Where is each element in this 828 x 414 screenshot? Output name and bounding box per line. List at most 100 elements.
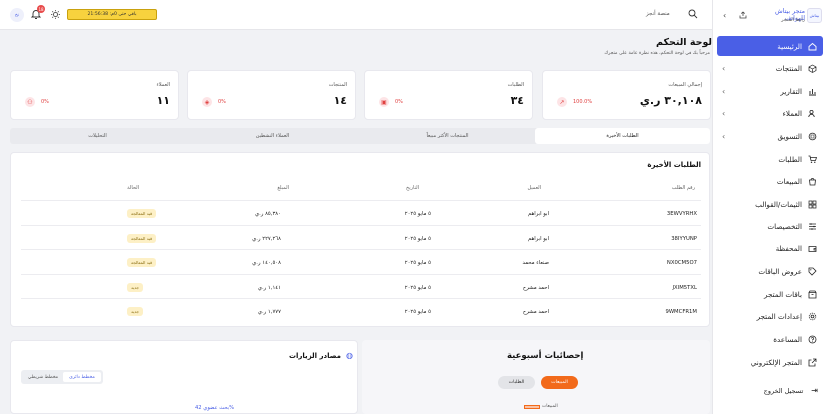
stat-card-label: إجمالي المبيعات <box>668 82 702 88</box>
megaphone-icon <box>808 132 817 141</box>
sidebar-item-4[interactable]: التسويق ‹ <box>717 126 823 146</box>
sidebar-item-14[interactable]: المتجر الإلكتروني <box>717 352 823 372</box>
logout-label: تسجيل الخروج <box>763 386 804 395</box>
sidebar-item-label: إعدادات المتجر <box>756 311 802 321</box>
order-customer: صنعاء محمد <box>522 260 549 266</box>
trend-icon: ↗ <box>557 97 567 107</box>
col-date: التاريخ <box>406 185 419 191</box>
status-badge: قيد المعالجة <box>127 209 157 218</box>
donut-chart-button[interactable]: مخطط دائري <box>63 372 101 382</box>
notification-count-badge: 18 <box>37 5 45 13</box>
chevron-icon: ‹ <box>722 63 726 73</box>
home-icon <box>808 42 817 51</box>
sidebar-item-label: التقارير <box>780 86 802 96</box>
sidebar-item-10[interactable]: عروض الباقات <box>717 261 823 281</box>
sidebar-item-9[interactable]: المحفظة <box>717 238 823 258</box>
sidebar-item-5[interactable]: الطلبات <box>717 149 823 169</box>
help-icon <box>808 335 817 344</box>
sidebar-item-7[interactable]: الثيمات/القوالب <box>717 194 823 214</box>
logout-button[interactable]: ⇥ تسجيل الخروج <box>738 386 818 395</box>
table-row[interactable]: 3EWVYRHX ابو ابراهم ٥ مايو ٢٠٢٥ ٨٥,٣٨٠ ر.ي ق… <box>21 200 701 224</box>
store-subtitle[interactable]: رابط المتجر <box>755 18 805 23</box>
cube-icon <box>808 64 817 73</box>
table-row[interactable]: JXIM5TXL احمد مشرح ٥ مايو ٢٠٢٥ ١,١٤١ ر.ي جدي… <box>21 273 701 298</box>
order-id[interactable]: NX0CM5O7 <box>667 260 697 266</box>
sidebar-item-11[interactable]: باقات المتجر <box>717 284 823 304</box>
tab-top-products[interactable]: المنتجات الأكثر مبيعاً <box>360 128 535 144</box>
weekly-stats-panel: إحصائيات أسبوعية المبيعات الطلبات المبيع… <box>362 340 710 414</box>
status-badge: قيد المعالجة <box>127 258 157 267</box>
search-icon[interactable] <box>688 9 698 19</box>
stat-card-2: المنتجات ١٤ ◈ 0% <box>187 70 356 120</box>
order-id[interactable]: 3EWVYRHX <box>667 211 697 217</box>
stat-card-percent: 0% <box>218 99 226 105</box>
stat-card-change: ◈ 0% <box>202 97 226 107</box>
users-icon <box>808 109 817 118</box>
trend-icon: ◈ <box>202 97 212 107</box>
col-amount: المبلغ <box>277 185 289 191</box>
order-date: ٥ مايو ٢٠٢٥ <box>404 260 431 266</box>
sidebar-item-label: باقات المتجر <box>764 289 802 299</box>
chevron-icon: ‹ <box>722 108 726 118</box>
bar-chart-button[interactable]: مخطط شريطي <box>24 372 62 382</box>
store-link[interactable]: منصة أنجز <box>646 11 670 17</box>
store-logo: بيتاش <box>807 8 822 23</box>
sidebar-item-label: الرئيسية <box>777 41 802 51</box>
sliders-icon <box>808 222 817 231</box>
tab-analytics[interactable]: التحليلات <box>10 128 185 144</box>
trend-icon: ⚇ <box>25 97 35 107</box>
sales-toggle-button[interactable]: المبيعات <box>541 376 578 389</box>
sidebar-item-6[interactable]: المبيعات <box>717 171 823 191</box>
traffic-title: مصادر الزيارات <box>288 352 341 360</box>
organic-search-label: بحث عضوي 42% <box>195 405 235 411</box>
logout-icon: ⇥ <box>811 386 818 395</box>
order-customer: ابو ابراهم <box>527 235 549 242</box>
order-id[interactable]: JXIM5TXL <box>672 285 697 291</box>
stat-card-label: الطلبات <box>507 82 524 88</box>
share-icon[interactable] <box>739 11 747 19</box>
stat-card-value: ٣٠,١٠٨ ر.ي <box>639 94 702 107</box>
sidebar-item-3[interactable]: العملاء ‹ <box>717 103 823 123</box>
order-date: ٥ مايو ٢٠٢٥ <box>404 284 431 291</box>
theme-toggle-icon[interactable] <box>51 10 60 19</box>
traffic-sources-panel: مصادر الزيارات ◍ مخطط شريطي مخطط دائري ب… <box>10 340 358 414</box>
status-badge: جديد <box>127 282 144 292</box>
sidebar-item-label: المساعدة <box>773 334 802 344</box>
orders-toggle-button[interactable]: الطلبات <box>498 376 535 389</box>
sidebar-item-1[interactable]: المنتجات ‹ <box>717 58 823 78</box>
sidebar-item-12[interactable]: إعدادات المتجر <box>717 306 823 326</box>
wallet-icon <box>808 244 817 253</box>
order-customer: احمد مشرح <box>522 284 549 291</box>
legend-swatch <box>524 405 540 409</box>
order-id[interactable]: 9WMCFR1M <box>665 309 697 315</box>
col-order-id: رقم الطلب <box>671 185 695 191</box>
trial-timer-badge[interactable]: باقي حتى 0م: 21:56:38 <box>67 9 157 20</box>
sidebar-item-8[interactable]: التخصيصات <box>717 216 823 236</box>
sidebar-item-2[interactable]: التقارير ‹ <box>717 81 823 101</box>
sidebar-item-0[interactable]: الرئيسية <box>717 36 823 56</box>
table-row[interactable]: NX0CM5O7 صنعاء محمد ٥ مايو ٢٠٢٥ ١٤٠,٥٠٨ ر.ي… <box>21 249 701 273</box>
legend-label: المبيعات <box>542 404 558 409</box>
sidebar-item-label: عروض الباقات <box>758 266 802 276</box>
order-amount: ٢٢٧,٢٦٨ ر.ي <box>252 235 281 242</box>
user-avatar[interactable]: نخ <box>10 8 24 22</box>
order-id[interactable]: 38IYYUNP <box>671 236 697 242</box>
table-row[interactable]: 9WMCFR1M احمد مشرح ٥ مايو ٢٠٢٥ ١,٧٧٧ ر.ي جدي… <box>21 298 701 322</box>
weekly-title: إحصائيات أسبوعية <box>507 351 584 361</box>
recent-orders-panel: الطلبات الأخيرة رقم الطلب العميل التاريخ… <box>10 152 710 327</box>
tab-recent-orders[interactable]: الطلبات الأخيرة <box>535 128 710 144</box>
sidebar-item-label: الطلبات <box>778 154 802 164</box>
grid-icon <box>808 200 817 209</box>
trend-icon: ▣ <box>379 97 389 107</box>
page-subtitle: مرحباً بك في لوحة التحكم، هذه نظرة عامة … <box>604 51 710 56</box>
order-amount: ٨٥,٣٨٠ ر.ي <box>255 211 281 217</box>
order-amount: ١,١٤١ ر.ي <box>257 284 281 291</box>
collapse-chevron-icon[interactable]: ‹ <box>723 11 726 20</box>
stat-card-label: العملاء <box>156 82 170 88</box>
tab-active-customers[interactable]: العملاء النشطين <box>185 128 360 144</box>
sidebar-item-13[interactable]: المساعدة <box>717 329 823 349</box>
table-row[interactable]: 38IYYUNP ابو ابراهم ٥ مايو ٢٠٢٥ ٢٢٧,٢٦٨ ر.ي… <box>21 224 701 249</box>
stat-card-percent: 100.0% <box>573 99 593 105</box>
gear-icon <box>808 312 817 321</box>
stat-card-1: الطلبات ٣٤ ▣ 0% <box>364 70 533 120</box>
